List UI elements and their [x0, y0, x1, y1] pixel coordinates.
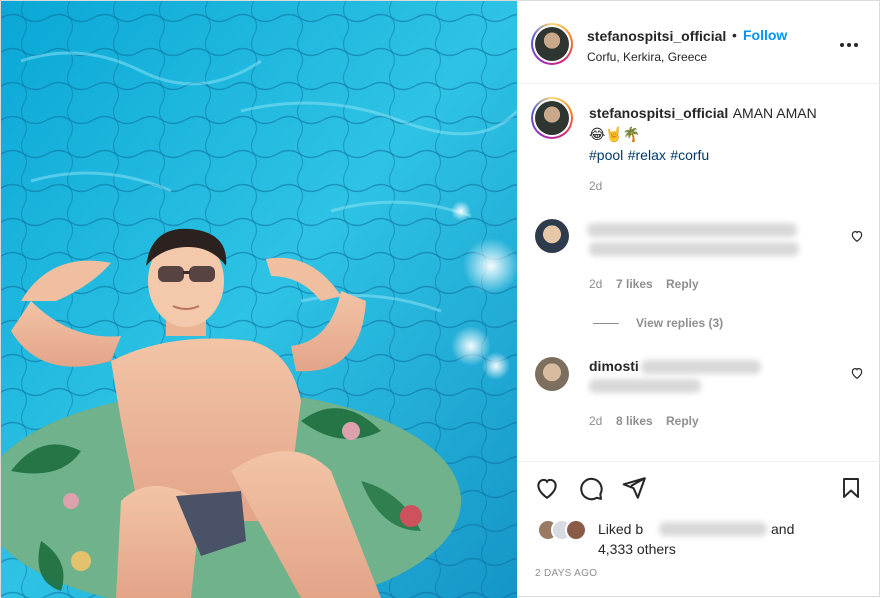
- commenter-avatar-2[interactable]: [535, 357, 569, 391]
- caption-username[interactable]: stefanospitsi_official: [589, 105, 728, 121]
- view-replies-button[interactable]: View replies (3): [636, 316, 723, 330]
- actions-divider: [517, 461, 880, 462]
- view-replies-line: [593, 323, 619, 324]
- bookmark-icon[interactable]: [837, 474, 865, 502]
- blurred-comment-username: [587, 223, 797, 237]
- author-username[interactable]: stefanospitsi_official: [587, 28, 726, 44]
- blurred-comment-2-text: [589, 379, 701, 393]
- commenter-avatar[interactable]: [535, 219, 569, 253]
- comment-2-time: 2d: [589, 414, 603, 428]
- caption-time[interactable]: 2d: [589, 179, 602, 193]
- blurred-liker-username: [659, 522, 767, 536]
- author-avatar[interactable]: [531, 23, 573, 65]
- send-icon[interactable]: [620, 474, 648, 502]
- comment-reply-button[interactable]: Reply: [666, 277, 699, 291]
- header-separator: •: [732, 27, 737, 43]
- post-side-panel: stefanospitsi_official • Follow Corfu, K…: [517, 1, 880, 598]
- hashtag-pool[interactable]: #pool: [589, 147, 623, 163]
- comment-like-heart-icon[interactable]: [850, 229, 864, 243]
- comment-2-username[interactable]: dimosti: [589, 358, 639, 374]
- comment-2-like-heart-icon[interactable]: [850, 366, 864, 380]
- posted-ago[interactable]: 2 DAYS AGO: [535, 568, 597, 579]
- more-options-icon[interactable]: [835, 31, 863, 59]
- blurred-comment-2-username: [641, 360, 761, 374]
- post-location[interactable]: Corfu, Kerkira, Greece: [587, 50, 707, 64]
- blurred-comment-text: [589, 242, 799, 256]
- liked-by-avatars[interactable]: [537, 519, 597, 543]
- likes-count[interactable]: 4,333 others: [598, 541, 676, 557]
- liked-by-and: and: [771, 521, 795, 537]
- comment-likes[interactable]: 7 likes: [616, 277, 653, 291]
- comment-2-likes[interactable]: 8 likes: [616, 414, 653, 428]
- caption-text: AMAN AMAN: [732, 105, 817, 121]
- heart-icon[interactable]: [533, 474, 561, 502]
- caption-avatar[interactable]: [531, 97, 573, 139]
- caption-emojis: 😂🤘🌴: [589, 126, 641, 142]
- caption-block: stefanospitsi_official AMAN AMAN 😂🤘🌴 #po…: [589, 103, 869, 166]
- comment-2-reply-button[interactable]: Reply: [666, 414, 699, 428]
- hashtag-corfu[interactable]: #corfu: [670, 147, 709, 163]
- instagram-post: stefanospitsi_official • Follow Corfu, K…: [0, 0, 880, 598]
- header-divider: [517, 83, 880, 84]
- comment-time: 2d: [589, 277, 603, 291]
- hashtag-relax[interactable]: #relax: [628, 147, 666, 163]
- follow-button[interactable]: Follow: [743, 27, 787, 43]
- liked-by-label: Liked b: [598, 521, 644, 537]
- comment-icon[interactable]: [577, 474, 605, 502]
- pool-photo-illustration: [1, 1, 517, 598]
- post-photo[interactable]: [1, 1, 517, 598]
